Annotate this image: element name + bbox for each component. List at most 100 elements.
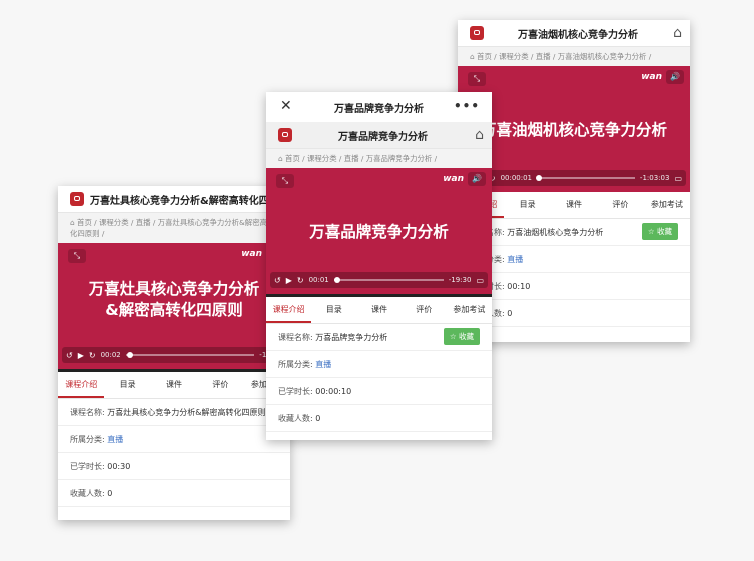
course-card-left: 万喜灶具核心竞争力分析&解密高转化四原则 ⌂ 首页 / 课程分类 / 直播 / … xyxy=(58,186,290,520)
time-current: 00:02 xyxy=(100,351,121,359)
breadcrumb-text[interactable]: 首页 / 课程分类 / 直播 / 万喜品牌竞争力分析 / xyxy=(285,154,437,163)
video-player[interactable]: ⤡ wan 🔊 万喜油烟机核心竞争力分析 ↺ ▶ ↻ 00:00:01 -1:0… xyxy=(458,66,690,192)
course-name-value: 万喜灶具核心竞争力分析&解密高转化四原则 xyxy=(107,407,266,417)
study-time-row: 已学时长: 00:30 xyxy=(58,453,290,480)
course-card-right: 万喜油烟机核心竞争力分析 ⌂ ⌂ 首页 / 课程分类 / 直播 / 万喜油烟机核… xyxy=(458,20,690,342)
video-controls[interactable]: ↺ ▶ ↻ 00:01 -19:30 ▭ xyxy=(270,272,488,288)
close-icon[interactable]: ✕ xyxy=(280,98,292,114)
course-card-middle: ✕ 万喜品牌竞争力分析 ••• 万喜品牌竞争力分析 ⌂ ⌂ 首页 / 课程分类 … xyxy=(266,92,492,440)
favorites-value: 0 xyxy=(107,488,113,498)
progress-knob[interactable] xyxy=(536,175,543,181)
logo-icon[interactable] xyxy=(278,128,292,142)
video-player[interactable]: ⤡ wan 🔊 万喜灶具核心竞争力分析 &解密高转化四原则 ↺ ▶ ↻ 00:0… xyxy=(58,243,290,369)
tab-bar: 课程介绍 目录 课件 评价 参加考试 xyxy=(458,192,690,219)
favorite-button[interactable]: ☆ 收藏 xyxy=(443,328,480,345)
page-title: 万喜品牌竞争力分析 xyxy=(338,131,428,143)
category-link[interactable]: 直播 xyxy=(315,359,331,370)
category-link[interactable]: 直播 xyxy=(107,434,123,445)
course-name-label: 课程名称: xyxy=(70,407,105,417)
video-title: 万喜油烟机核心竞争力分析 xyxy=(480,121,667,139)
brand-watermark: wan xyxy=(443,174,464,184)
forward-icon[interactable]: ↻ xyxy=(89,351,96,360)
play-icon[interactable]: ▶ xyxy=(78,351,84,360)
window-titlebar: ✕ 万喜品牌竞争力分析 ••• xyxy=(266,92,492,122)
favorites-row: 收藏人数: 0 xyxy=(458,300,690,327)
home-small-icon: ⌂ xyxy=(278,154,286,163)
favorites-value: 0 xyxy=(507,308,513,318)
play-icon[interactable]: ▶ xyxy=(286,276,292,285)
home-small-icon: ⌂ xyxy=(70,218,78,227)
course-name-row: 课程名称: 万喜品牌竞争力分析 ☆ 收藏 xyxy=(266,324,492,351)
video-title: 万喜灶具核心竞争力分析 &解密高转化四原则 xyxy=(88,280,260,319)
study-time-value: 00:10 xyxy=(507,281,531,291)
expand-icon[interactable]: ⤡ xyxy=(68,249,86,263)
more-icon[interactable]: ••• xyxy=(454,99,480,113)
tab-exam[interactable]: 参加考试 xyxy=(644,192,690,218)
video-controls[interactable]: ↺ ▶ ↻ 00:00:01 -1:03:03 ▭ xyxy=(462,170,686,186)
breadcrumb[interactable]: ⌂ 首页 / 课程分类 / 直播 / 万喜灶具核心竞争力分析&解密高转化四原则 … xyxy=(58,213,290,243)
breadcrumb[interactable]: ⌂ 首页 / 课程分类 / 直播 / 万喜油烟机核心竞争力分析 / xyxy=(458,47,690,66)
favorites-value: 0 xyxy=(315,413,321,423)
home-small-icon: ⌂ xyxy=(470,52,478,61)
rewind-icon[interactable]: ↺ xyxy=(66,351,73,360)
favorites-row: 收藏人数: 0 xyxy=(58,480,290,507)
time-current: 00:01 xyxy=(308,276,329,284)
expand-icon[interactable]: ⤡ xyxy=(468,72,486,86)
breadcrumb-text[interactable]: 首页 / 课程分类 / 直播 / 万喜灶具核心竞争力分析&解密高转化四原则 / xyxy=(70,218,274,238)
home-icon[interactable]: ⌂ xyxy=(673,25,682,41)
study-time-value: 00:30 xyxy=(107,461,131,471)
tab-courseware[interactable]: 课件 xyxy=(151,372,197,398)
course-info: 课程名称: 万喜油烟机核心竞争力分析☆ 收藏 所属分类: 直播 已学时长: 00… xyxy=(458,219,690,327)
breadcrumb[interactable]: ⌂ 首页 / 课程分类 / 直播 / 万喜品牌竞争力分析 / xyxy=(266,149,492,168)
expand-icon[interactable]: ⤡ xyxy=(276,174,294,188)
study-time-row: 已学时长: 00:00:10 xyxy=(266,378,492,405)
tab-exam[interactable]: 参加考试 xyxy=(447,297,492,323)
airplay-icon[interactable]: ▭ xyxy=(674,174,682,183)
study-time-value: 00:00:10 xyxy=(315,386,352,396)
tab-bar: 课程介绍 目录 课件 评价 参加考试 xyxy=(58,372,290,399)
rewind-icon[interactable]: ↺ xyxy=(274,276,281,285)
page-header: 万喜油烟机核心竞争力分析 ⌂ xyxy=(458,20,690,47)
forward-icon[interactable]: ↻ xyxy=(297,276,304,285)
video-controls[interactable]: ↺ ▶ ↻ 00:02 -16:02 xyxy=(62,347,286,363)
course-name-value: 万喜油烟机核心竞争力分析 xyxy=(507,227,604,237)
volume-icon[interactable]: 🔊 xyxy=(468,172,486,186)
home-icon[interactable]: ⌂ xyxy=(475,127,484,143)
tab-course-intro[interactable]: 课程介绍 xyxy=(58,372,105,398)
progress-bar[interactable] xyxy=(333,277,444,283)
favorites-label: 收藏人数: xyxy=(278,413,313,423)
tab-review[interactable]: 评价 xyxy=(197,372,243,398)
airplay-icon[interactable]: ▭ xyxy=(476,276,484,285)
category-link[interactable]: 直播 xyxy=(507,254,523,265)
tab-course-intro[interactable]: 课程介绍 xyxy=(266,297,312,323)
volume-icon[interactable]: 🔊 xyxy=(666,70,684,84)
category-label: 所属分类: xyxy=(70,434,105,444)
progress-knob[interactable] xyxy=(333,277,340,283)
tab-courseware[interactable]: 课件 xyxy=(551,192,597,218)
progress-bar[interactable] xyxy=(125,352,255,358)
progress-knob[interactable] xyxy=(127,352,134,358)
window-title: 万喜品牌竞争力分析 xyxy=(334,103,424,115)
video-player[interactable]: ⤡ wan 🔊 万喜品牌竞争力分析 ↺ ▶ ↻ 00:01 -19:30 ▭ xyxy=(266,168,492,294)
time-current: 00:00:01 xyxy=(500,174,533,182)
tab-courseware[interactable]: 课件 xyxy=(356,297,401,323)
page-title: 万喜油烟机核心竞争力分析 xyxy=(518,29,638,41)
logo-icon[interactable] xyxy=(470,26,484,40)
favorite-button[interactable]: ☆ 收藏 xyxy=(641,223,678,240)
tab-review[interactable]: 评价 xyxy=(402,297,447,323)
tab-catalog[interactable]: 目录 xyxy=(504,192,550,218)
category-label: 所属分类: xyxy=(278,359,313,369)
favorites-label: 收藏人数: xyxy=(70,488,105,498)
tab-review[interactable]: 评价 xyxy=(597,192,643,218)
brand-watermark: wan xyxy=(241,249,262,259)
tab-catalog[interactable]: 目录 xyxy=(311,297,356,323)
course-name-row: 课程名称: 万喜油烟机核心竞争力分析☆ 收藏 xyxy=(458,219,690,246)
breadcrumb-text[interactable]: 首页 / 课程分类 / 直播 / 万喜油烟机核心竞争力分析 / xyxy=(477,52,651,61)
time-remaining: -19:30 xyxy=(448,276,472,284)
progress-bar[interactable] xyxy=(536,175,635,181)
logo-icon[interactable] xyxy=(70,192,84,206)
video-title: 万喜品牌竞争力分析 xyxy=(309,223,449,241)
course-name-label: 课程名称: xyxy=(278,332,313,342)
page-title: 万喜灶具核心竞争力分析&解密高转化四原则 xyxy=(90,195,289,207)
tab-catalog[interactable]: 目录 xyxy=(104,372,150,398)
